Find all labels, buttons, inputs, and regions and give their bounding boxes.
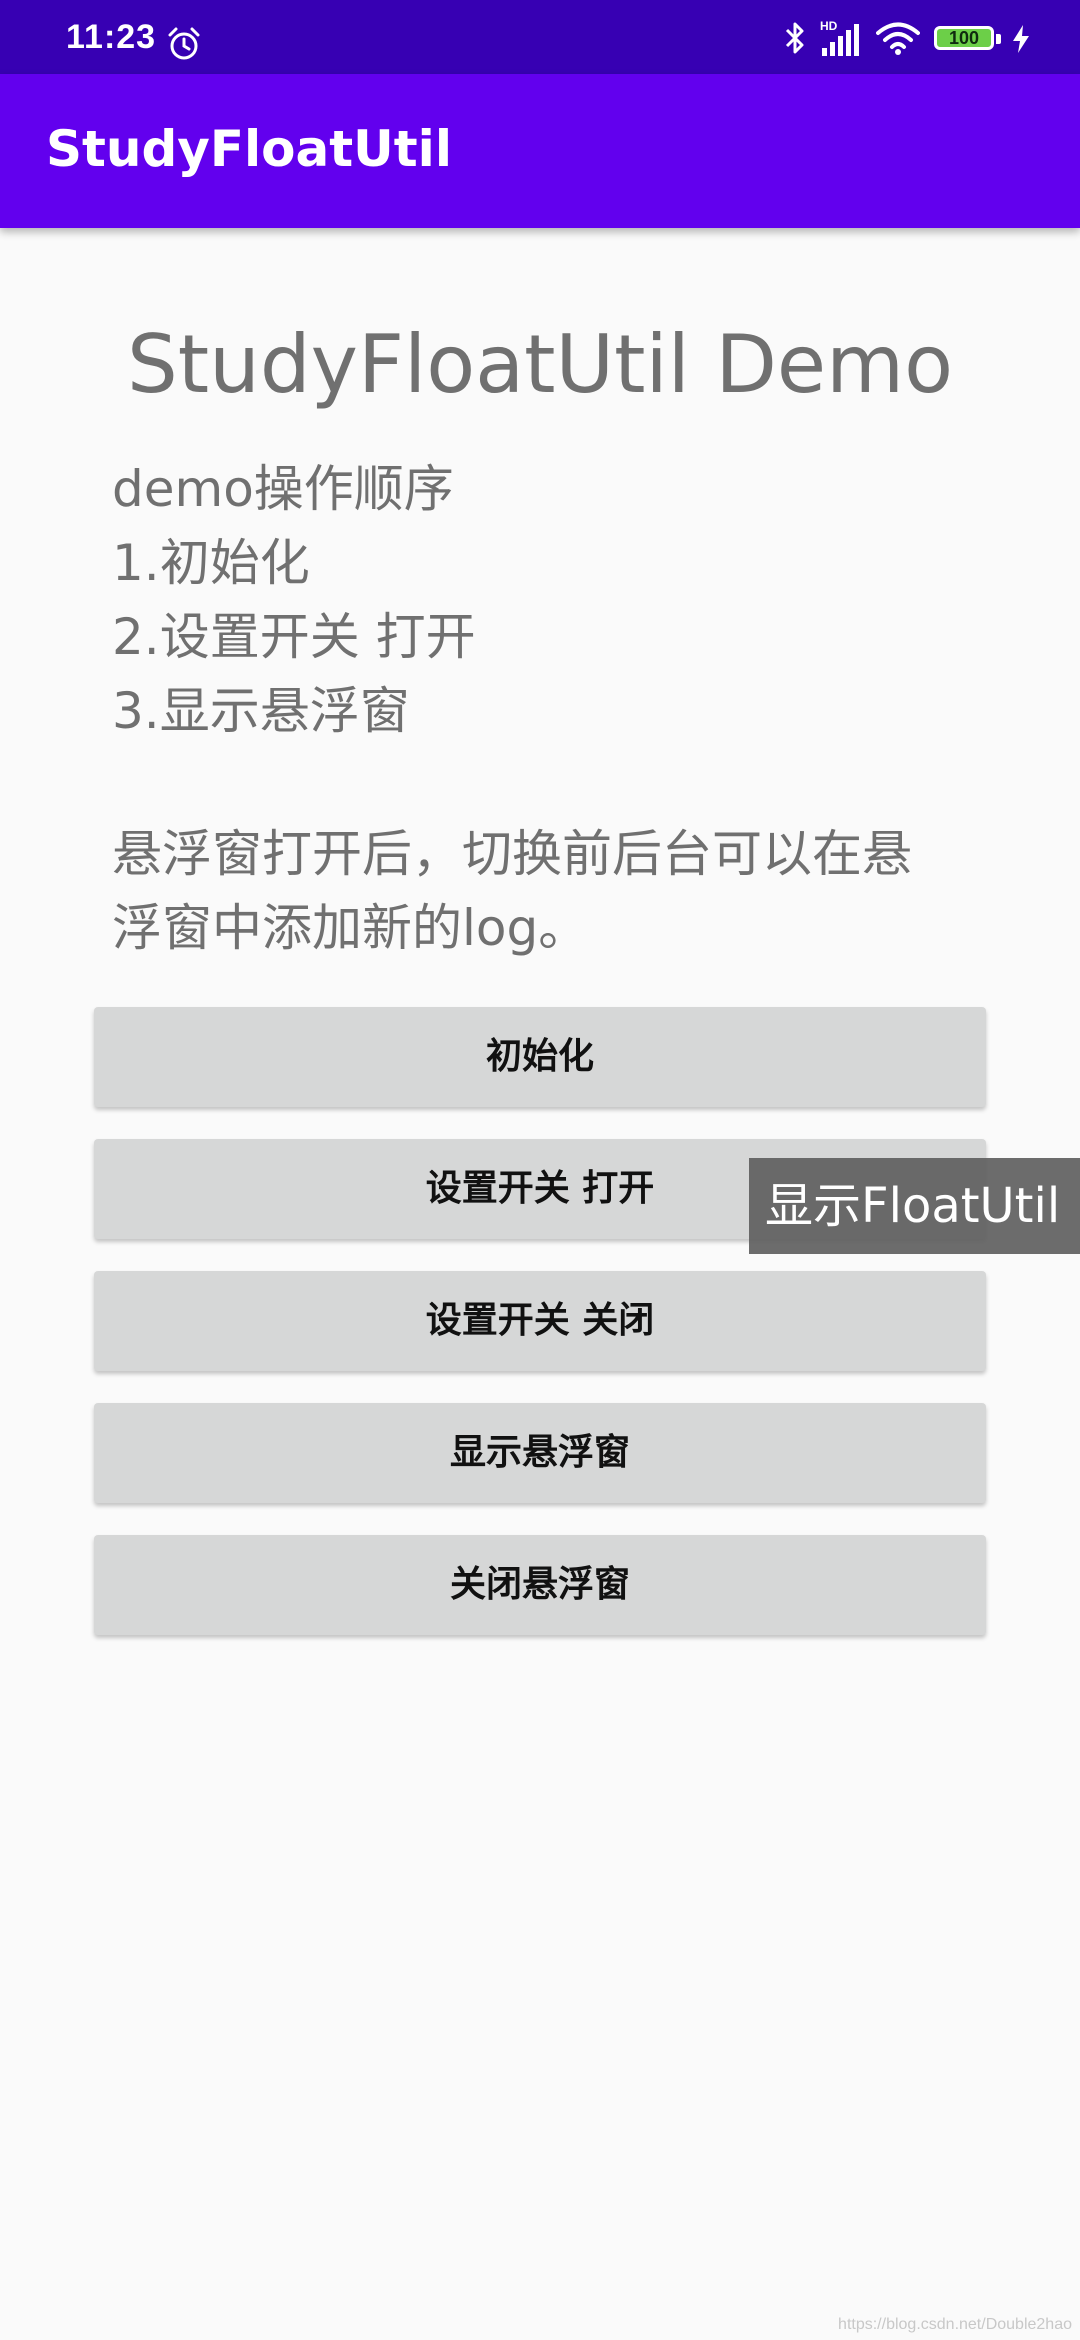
instruction-line: 1.初始化: [112, 534, 310, 592]
status-time: 11:23: [66, 18, 157, 56]
page-title: StudyFloatUtil Demo: [126, 318, 954, 411]
switch-off-button[interactable]: 设置开关 关闭: [94, 1271, 986, 1371]
instructions: demo操作顺序 1.初始化 2.设置开关 打开 3.显示悬浮窗: [112, 452, 982, 748]
floating-window[interactable]: 显示FloatUtil: [749, 1158, 1080, 1254]
app-title: StudyFloatUtil: [46, 120, 452, 178]
signal-icon: HD: [820, 19, 859, 56]
wifi-icon: [876, 22, 920, 55]
init-button[interactable]: 初始化: [94, 1007, 986, 1107]
battery-icon: 100: [934, 26, 1004, 54]
close-float-window-button[interactable]: 关闭悬浮窗: [94, 1535, 986, 1635]
app-bar: StudyFloatUtil: [0, 74, 1080, 228]
charging-icon: [1013, 25, 1029, 53]
instruction-line: 2.设置开关 打开: [112, 608, 476, 666]
status-bar: 11:23 HD 100: [0, 0, 1080, 74]
instruction-line: demo操作顺序: [112, 460, 454, 518]
alarm-icon: [168, 27, 200, 60]
note-text: 悬浮窗打开后，切换前后台可以在悬浮窗中添加新的log。: [112, 825, 912, 957]
battery-level: 100: [948, 28, 980, 48]
watermark: https://blog.csdn.net/Double2hao: [838, 2316, 1072, 2333]
show-float-window-button[interactable]: 显示悬浮窗: [94, 1403, 986, 1503]
svg-text:HD: HD: [820, 19, 838, 33]
bluetooth-icon: [785, 22, 804, 54]
instruction-line: 3.显示悬浮窗: [112, 682, 410, 740]
